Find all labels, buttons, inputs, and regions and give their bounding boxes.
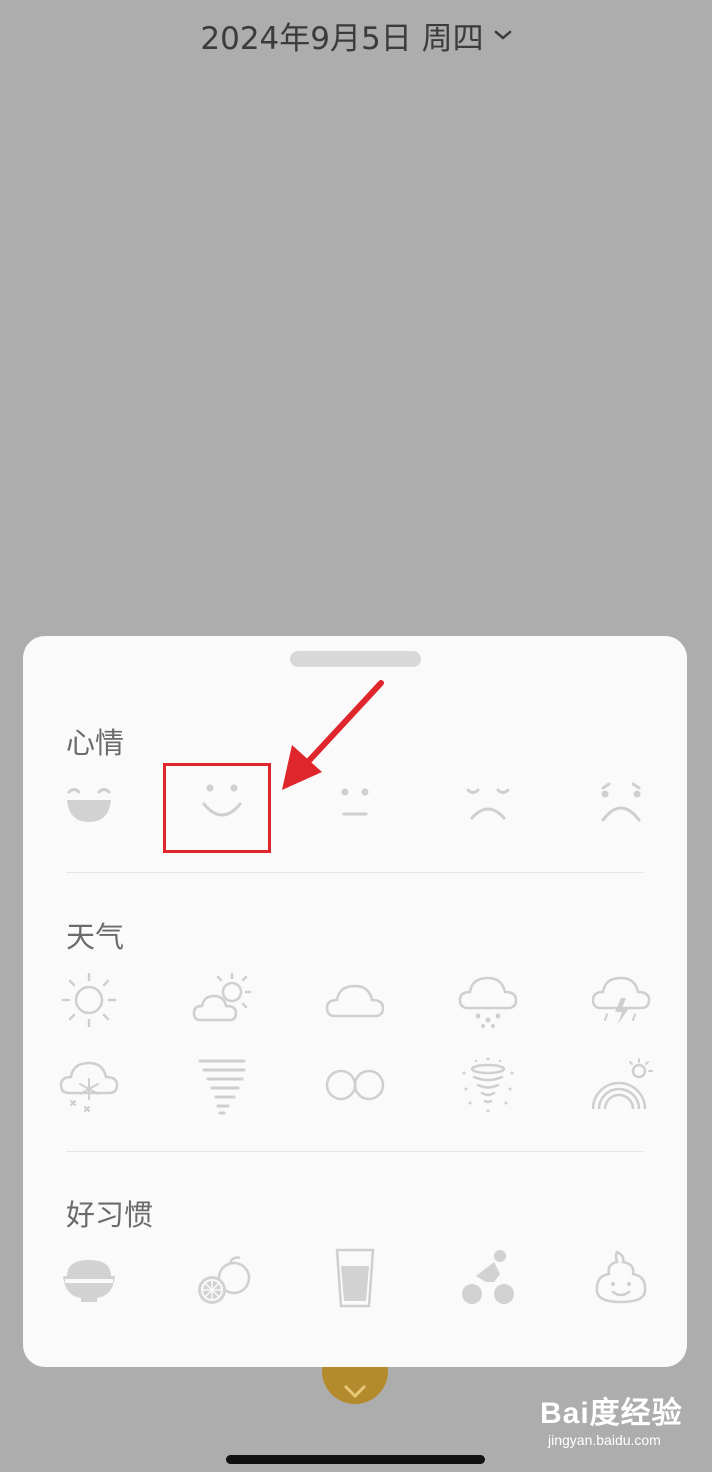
neutral-face-icon bbox=[341, 788, 369, 816]
rain-icon bbox=[458, 976, 518, 1028]
fruit-icon bbox=[198, 1256, 251, 1304]
section-title-mood: 心情 bbox=[66, 726, 125, 760]
weather-option-tornado[interactable] bbox=[445, 1050, 531, 1120]
date-label: 2024年9月5日 周四 bbox=[200, 20, 484, 57]
unhappy-face-icon bbox=[466, 788, 510, 820]
date-selector[interactable]: 2024年9月5日 周四 bbox=[0, 10, 712, 60]
section-title-weather: 天气 bbox=[66, 920, 125, 954]
habit-option-exercise[interactable] bbox=[445, 1243, 531, 1313]
weather-option-cloudy[interactable] bbox=[312, 965, 398, 1035]
cycling-icon bbox=[462, 1250, 514, 1304]
baidu-watermark: Bai度经验 jingyan.baidu.com bbox=[540, 1388, 700, 1464]
sad-face-icon bbox=[601, 782, 641, 822]
mood-option-unhappy[interactable] bbox=[445, 771, 531, 841]
rainbow-icon bbox=[591, 1058, 653, 1110]
weather-option-rainbow[interactable] bbox=[578, 1050, 664, 1120]
wind-icon bbox=[198, 1059, 246, 1115]
divider bbox=[66, 1151, 644, 1152]
habit-option-fruit[interactable] bbox=[179, 1243, 265, 1313]
section-title-habits: 好习惯 bbox=[66, 1198, 154, 1232]
weather-option-partly-cloudy[interactable] bbox=[179, 965, 265, 1035]
habit-option-water[interactable] bbox=[312, 1243, 398, 1313]
weather-option-fog[interactable] bbox=[312, 1050, 398, 1120]
sun-icon bbox=[61, 972, 117, 1028]
weather-option-snow[interactable] bbox=[46, 1050, 132, 1120]
weather-option-sunny[interactable] bbox=[46, 965, 132, 1035]
poop-icon bbox=[595, 1250, 647, 1304]
record-sheet: 心情 天气 好习惯 bbox=[23, 636, 687, 1367]
highlight-box bbox=[163, 763, 271, 853]
weather-option-rain[interactable] bbox=[445, 965, 531, 1035]
snow-icon bbox=[59, 1061, 119, 1112]
big-smile-icon bbox=[67, 788, 111, 822]
mood-option-neutral[interactable] bbox=[312, 771, 398, 841]
mood-option-great[interactable] bbox=[46, 771, 132, 841]
chevron-down-icon bbox=[343, 1384, 367, 1399]
water-glass-icon bbox=[335, 1248, 375, 1308]
divider bbox=[66, 872, 644, 873]
cloud-icon bbox=[325, 984, 385, 1018]
partly-cloudy-icon bbox=[192, 972, 252, 1022]
weather-icon-row-1 bbox=[23, 965, 687, 1035]
weather-option-thunderstorm[interactable] bbox=[578, 965, 664, 1035]
habit-option-meal[interactable] bbox=[46, 1243, 132, 1313]
watermark-brand: Bai度经验 bbox=[540, 1397, 683, 1430]
mood-option-sad[interactable] bbox=[578, 771, 664, 841]
watermark-url: jingyan.baidu.com bbox=[548, 1432, 661, 1448]
habit-option-bowel[interactable] bbox=[578, 1243, 664, 1313]
drag-handle[interactable] bbox=[290, 651, 421, 667]
fog-icon bbox=[325, 1069, 385, 1101]
weather-option-wind[interactable] bbox=[179, 1050, 265, 1120]
mood-icon-row bbox=[23, 771, 687, 841]
chevron-down-icon bbox=[494, 29, 512, 41]
habits-icon-row bbox=[23, 1243, 687, 1313]
weather-icon-row-2 bbox=[23, 1050, 687, 1120]
tornado-icon bbox=[462, 1057, 514, 1113]
rice-bowl-icon bbox=[63, 1260, 115, 1302]
thunderstorm-icon bbox=[591, 976, 651, 1024]
home-indicator[interactable] bbox=[226, 1455, 485, 1464]
